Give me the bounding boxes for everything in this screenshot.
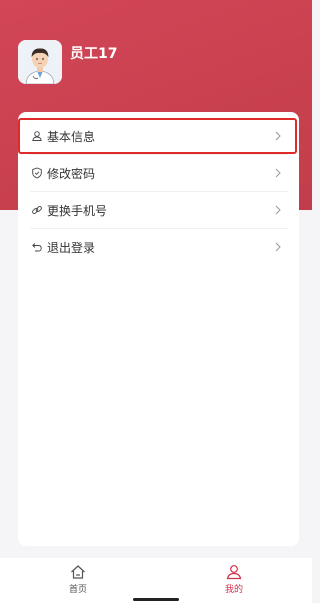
menu-item-label: 修改密码 <box>47 166 96 181</box>
user-icon <box>31 130 43 142</box>
avatar[interactable] <box>18 40 62 84</box>
logout-icon <box>31 241 43 253</box>
shield-icon <box>31 167 43 179</box>
menu-item-label: 基本信息 <box>47 129 96 144</box>
menu-item-label: 更换手机号 <box>47 203 108 218</box>
menu-item-logout[interactable]: 退出登录 <box>20 229 297 265</box>
chevron-right-icon <box>273 205 283 215</box>
home-indicator <box>133 598 179 601</box>
profile-header: 员工17 <box>18 40 117 84</box>
profile-icon <box>226 565 242 580</box>
menu-item-label: 退出登录 <box>47 240 96 255</box>
chevron-right-icon <box>273 242 283 252</box>
doctor-avatar-icon <box>18 40 62 84</box>
tab-profile[interactable]: 我的 <box>156 558 312 603</box>
tab-home[interactable]: 首页 <box>0 558 156 603</box>
home-icon <box>71 565 85 579</box>
link-icon <box>31 204 43 216</box>
tab-bar: 首页 我的 <box>0 558 312 603</box>
tab-label: 首页 <box>68 585 87 595</box>
tab-label: 我的 <box>224 585 243 595</box>
user-name: 员工17 <box>70 46 118 62</box>
menu-card: 基本信息 修改密码 更换手机号 退出登录 <box>18 112 299 546</box>
menu-item-basic-info[interactable]: 基本信息 <box>20 118 297 154</box>
chevron-right-icon <box>273 131 283 141</box>
menu-item-change-phone[interactable]: 更换手机号 <box>20 192 297 228</box>
chevron-right-icon <box>273 168 283 178</box>
menu-item-change-password[interactable]: 修改密码 <box>20 155 297 191</box>
